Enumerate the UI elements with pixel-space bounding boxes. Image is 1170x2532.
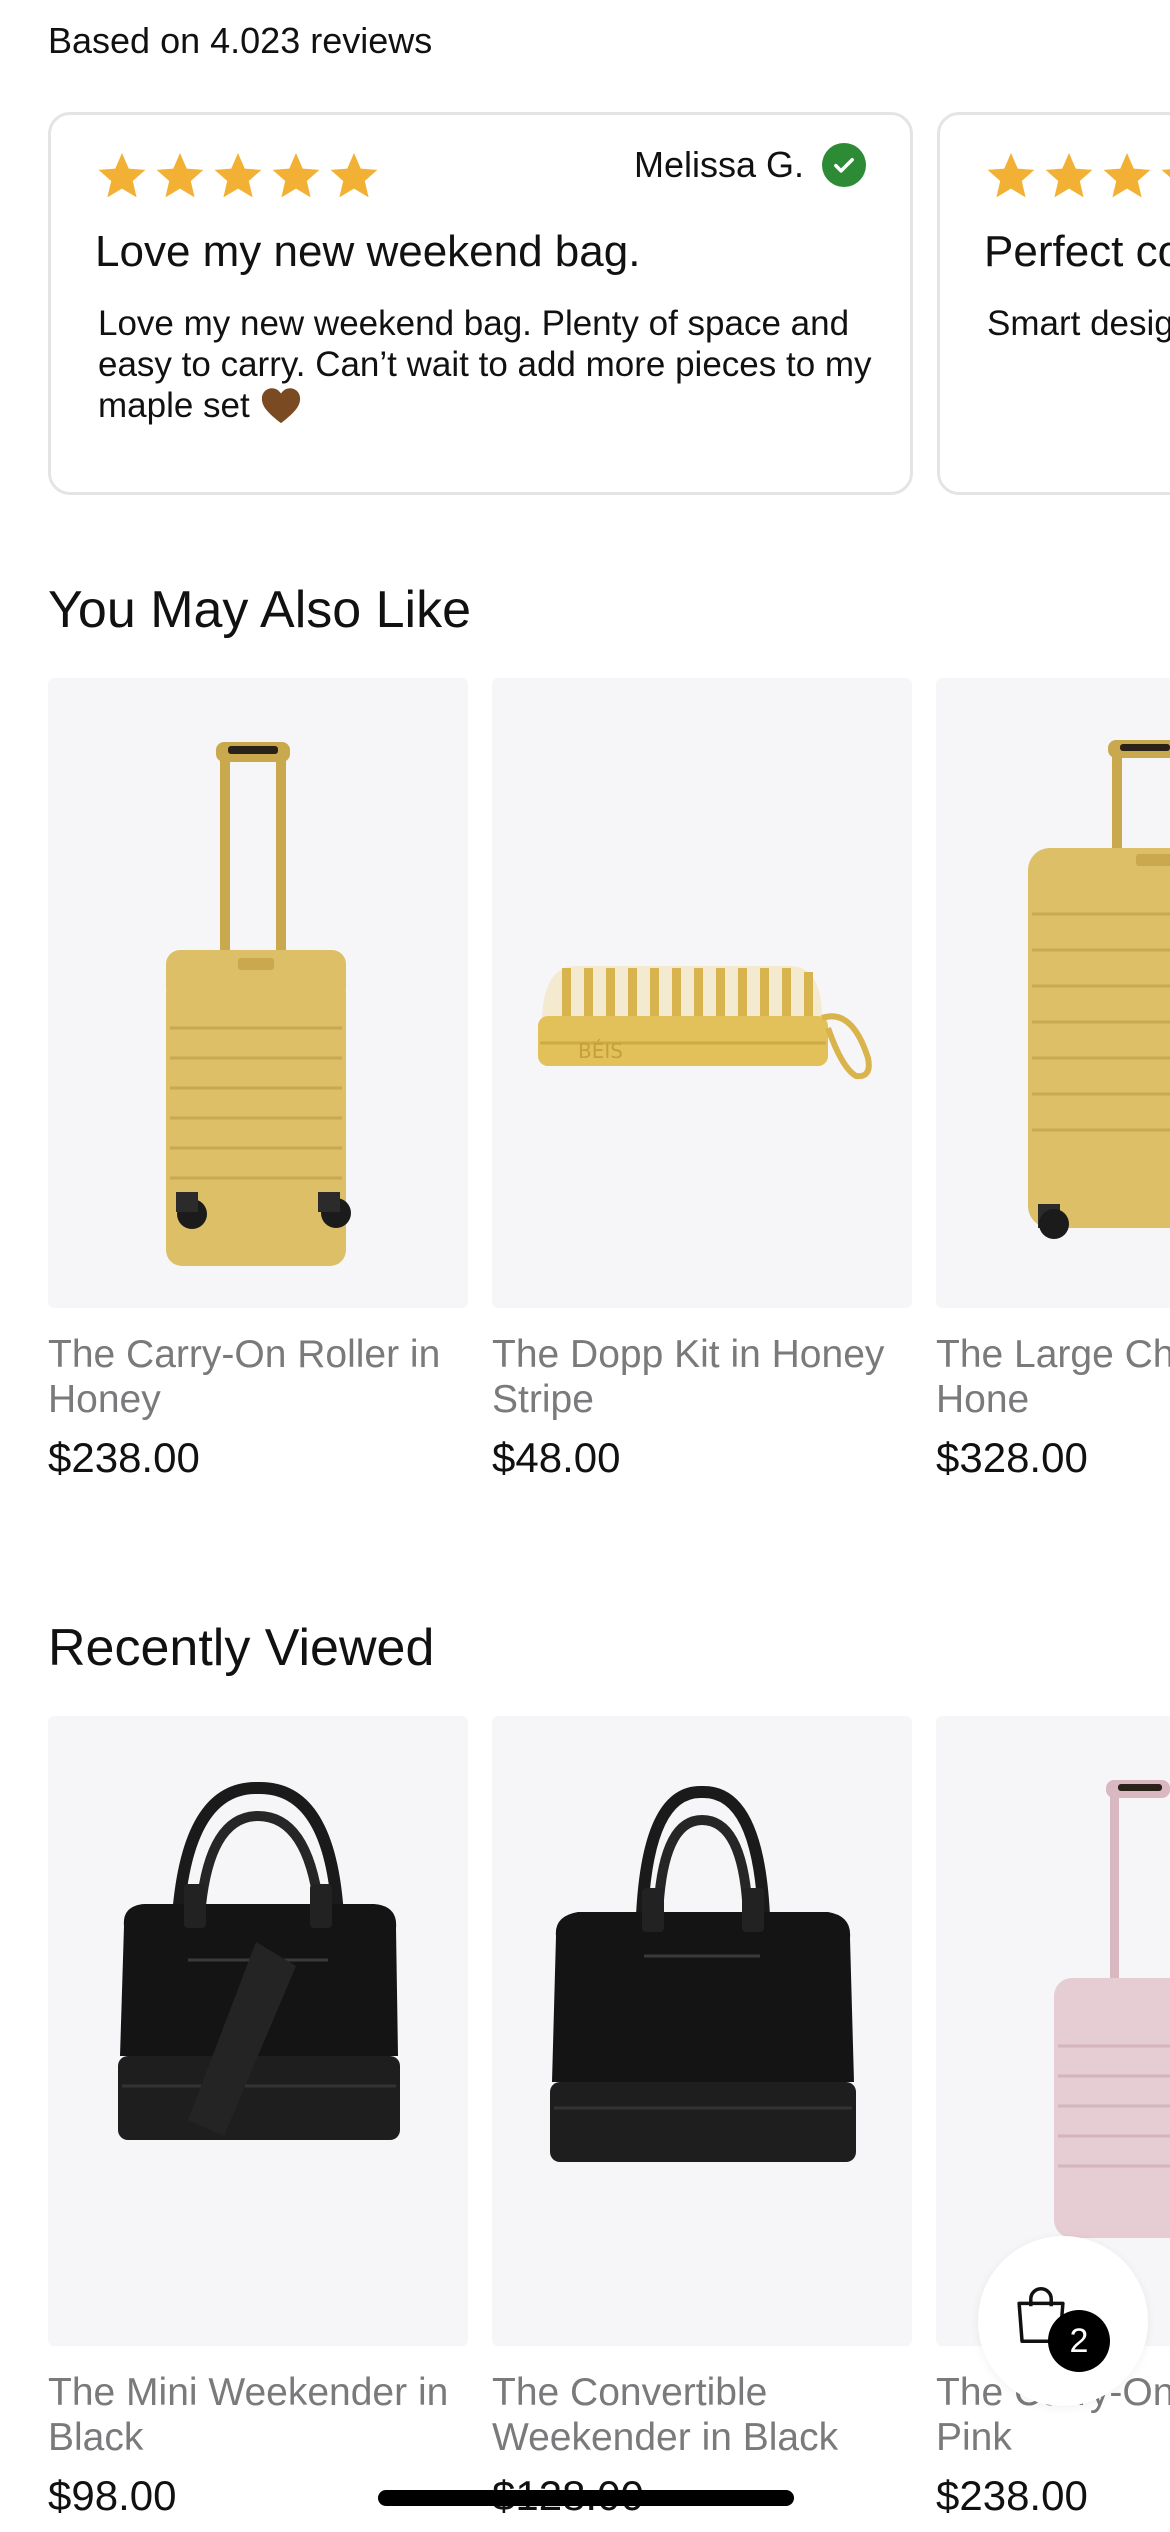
honey-stripe-dopp-kit-image[interactable]: BÉIS [492,678,912,1308]
product-name[interactable]: The Carry-On Roller in Honey [48,1332,468,1422]
black-mini-weekender-image[interactable] [48,1716,468,2346]
star-icon [156,153,204,198]
black-convertible-weekender-image[interactable] [492,1716,912,2346]
product-name[interactable]: The Dopp Kit in Honey Stripe [492,1332,912,1422]
product-name[interactable]: The Large Ch Roller in Hone [936,1332,1170,1422]
review-text: Love my new weekend bag. Plenty of space… [98,304,872,425]
review-card[interactable]: Perfect co Smart desig seat. [937,112,1170,495]
product-card[interactable]: The Convertible Weekender in Black $128.… [492,1716,912,2520]
section-title-recently-viewed: Recently Viewed [48,1619,435,1677]
product-card[interactable]: The Large Ch Roller in Hone $328.00 [936,678,1170,1482]
star-rating [984,149,1170,203]
star-icon [98,153,146,198]
cart-button[interactable]: 2 [978,2236,1148,2406]
star-icon [1103,153,1151,198]
star-icon [330,153,378,198]
product-price: $238.00 [48,1434,200,1481]
honey-carry-on-roller-image[interactable] [48,678,468,1308]
review-title: Love my new weekend bag. [95,227,641,276]
svg-text:BÉIS: BÉIS [578,1039,623,1063]
review-body: Love my new weekend bag. Plenty of space… [98,303,898,426]
honey-large-roller-image[interactable] [936,678,1170,1308]
home-indicator[interactable] [378,2490,794,2506]
reviews-summary: Based on 4.023 reviews [48,20,433,61]
product-price: $238.00 [936,2472,1088,2519]
product-card[interactable]: BÉIS The Dopp Kit in Honey Stripe $48.00 [492,678,912,1482]
brown-heart-emoji [262,388,301,424]
star-icon [1161,169,1170,178]
product-card[interactable]: The Carry-On Roller in Honey $238.00 [48,678,468,1482]
star-icon [214,153,262,198]
review-body: Smart desig seat. [987,304,1170,343]
star-icon [272,153,320,198]
reviewer-name: Melissa G. [633,144,804,185]
product-price: $48.00 [492,1434,621,1481]
product-price: $328.00 [936,1434,1088,1481]
cart-count-badge: 2 [1048,2310,1110,2372]
review-card[interactable]: Melissa G. Love my new weekend bag. Love… [48,112,913,495]
reviews-carousel[interactable]: Melissa G. Love my new weekend bag. Love… [48,112,1170,497]
product-name[interactable]: The Convertible Weekender in Black [492,2370,912,2460]
star-rating [95,149,381,203]
star-icon [1045,153,1093,198]
star-icon [987,153,1035,198]
reviewer-info: Melissa G. [634,143,866,187]
product-card[interactable]: The Mini Weekender in Black $98.00 [48,1716,468,2520]
product-name[interactable]: The Mini Weekender in Black [48,2370,468,2460]
you-may-also-like-carousel[interactable]: The Carry-On Roller in Honey $238.00 BÉI… [48,678,1170,1498]
review-title: Perfect co [984,227,1170,276]
recently-viewed-carousel[interactable]: The Mini Weekender in Black $98.00 The C… [48,1716,1170,2532]
verified-check-icon [822,143,866,187]
section-title-you-may-also-like: You May Also Like [48,581,472,639]
